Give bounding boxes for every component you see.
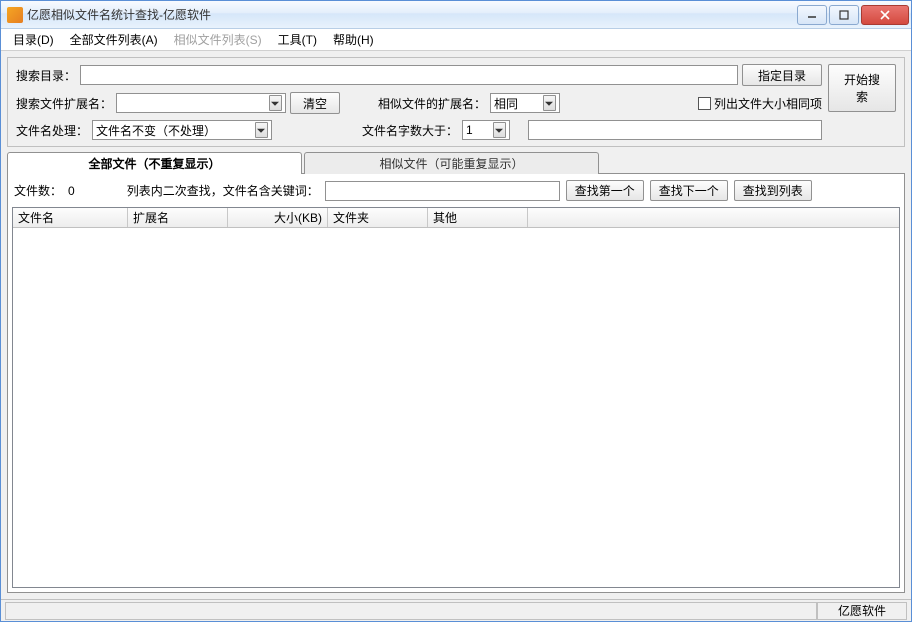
- tab-body: 文件数： 0 列表内二次查找，文件名含关键词： 查找第一个 查找下一个 查找到列…: [7, 173, 905, 593]
- statusbar: 亿愿软件: [1, 599, 911, 621]
- search-dir-label: 搜索目录：: [16, 67, 76, 84]
- menubar: 目录(D) 全部文件列表(A) 相似文件列表(S) 工具(T) 帮助(H): [1, 29, 911, 51]
- checkbox-icon: [698, 97, 711, 110]
- tab-similar-files[interactable]: 相似文件（可能重复显示）: [304, 152, 599, 174]
- find-to-list-button[interactable]: 查找到列表: [734, 180, 812, 201]
- choose-dir-button[interactable]: 指定目录: [742, 64, 822, 86]
- menu-tools[interactable]: 工具(T): [270, 29, 325, 50]
- inner-search-label: 列表内二次查找，文件名含关键词：: [127, 182, 319, 199]
- file-count-label: 文件数：: [14, 182, 62, 199]
- min-chars-combo[interactable]: 1: [462, 120, 510, 140]
- col-filename[interactable]: 文件名: [13, 208, 128, 227]
- col-folder[interactable]: 文件夹: [328, 208, 428, 227]
- search-panel: 搜索目录： 指定目录 搜索文件扩展名： 清空 相似文件的扩展名： 相同: [7, 57, 905, 147]
- clear-button[interactable]: 清空: [290, 92, 340, 114]
- status-input[interactable]: [528, 120, 822, 140]
- col-size[interactable]: 大小(KB): [228, 208, 328, 227]
- close-button[interactable]: [861, 5, 909, 25]
- file-listview[interactable]: 文件名 扩展名 大小(KB) 文件夹 其他: [12, 207, 900, 588]
- app-window: 亿愿相似文件名统计查找-亿愿软件 目录(D) 全部文件列表(A) 相似文件列表(…: [0, 0, 912, 622]
- filename-handle-label: 文件名处理：: [16, 122, 88, 139]
- min-chars-label: 文件名字数大于：: [362, 122, 458, 139]
- menu-similar-files[interactable]: 相似文件列表(S): [166, 29, 270, 50]
- listview-body[interactable]: [13, 228, 899, 587]
- inner-search-input[interactable]: [325, 181, 560, 201]
- search-ext-combo[interactable]: [116, 93, 286, 113]
- col-empty: [528, 208, 899, 227]
- similar-ext-combo[interactable]: 相同: [490, 93, 560, 113]
- titlebar: 亿愿相似文件名统计查找-亿愿软件: [1, 1, 911, 29]
- same-size-checkbox[interactable]: 列出文件大小相同项: [698, 95, 822, 112]
- start-search-button[interactable]: 开始搜索: [828, 64, 896, 112]
- col-other[interactable]: 其他: [428, 208, 528, 227]
- app-icon: [7, 7, 23, 23]
- status-main: [5, 602, 817, 620]
- tab-headers: 全部文件（不重复显示） 相似文件（可能重复显示）: [7, 152, 905, 174]
- minimize-button[interactable]: [797, 5, 827, 25]
- listview-header: 文件名 扩展名 大小(KB) 文件夹 其他: [13, 208, 899, 228]
- status-brand: 亿愿软件: [817, 602, 907, 620]
- filename-handle-combo[interactable]: 文件名不变（不处理）: [92, 120, 272, 140]
- file-count-value: 0: [68, 184, 75, 198]
- tab-all-files[interactable]: 全部文件（不重复显示）: [7, 152, 302, 174]
- window-controls: [795, 5, 909, 25]
- search-ext-label: 搜索文件扩展名：: [16, 95, 112, 112]
- find-first-button[interactable]: 查找第一个: [566, 180, 644, 201]
- menu-directory[interactable]: 目录(D): [5, 29, 62, 50]
- menu-help[interactable]: 帮助(H): [325, 29, 382, 50]
- window-title: 亿愿相似文件名统计查找-亿愿软件: [27, 6, 795, 23]
- col-ext[interactable]: 扩展名: [128, 208, 228, 227]
- same-size-label: 列出文件大小相同项: [714, 95, 822, 112]
- maximize-button[interactable]: [829, 5, 859, 25]
- menu-all-files[interactable]: 全部文件列表(A): [62, 29, 166, 50]
- client-area: 搜索目录： 指定目录 搜索文件扩展名： 清空 相似文件的扩展名： 相同: [1, 51, 911, 599]
- search-dir-input[interactable]: [80, 65, 738, 85]
- find-next-button[interactable]: 查找下一个: [650, 180, 728, 201]
- similar-ext-label: 相似文件的扩展名：: [378, 95, 486, 112]
- inner-search-bar: 文件数： 0 列表内二次查找，文件名含关键词： 查找第一个 查找下一个 查找到列…: [12, 178, 900, 207]
- tabs-area: 全部文件（不重复显示） 相似文件（可能重复显示） 文件数： 0 列表内二次查找，…: [7, 151, 905, 593]
